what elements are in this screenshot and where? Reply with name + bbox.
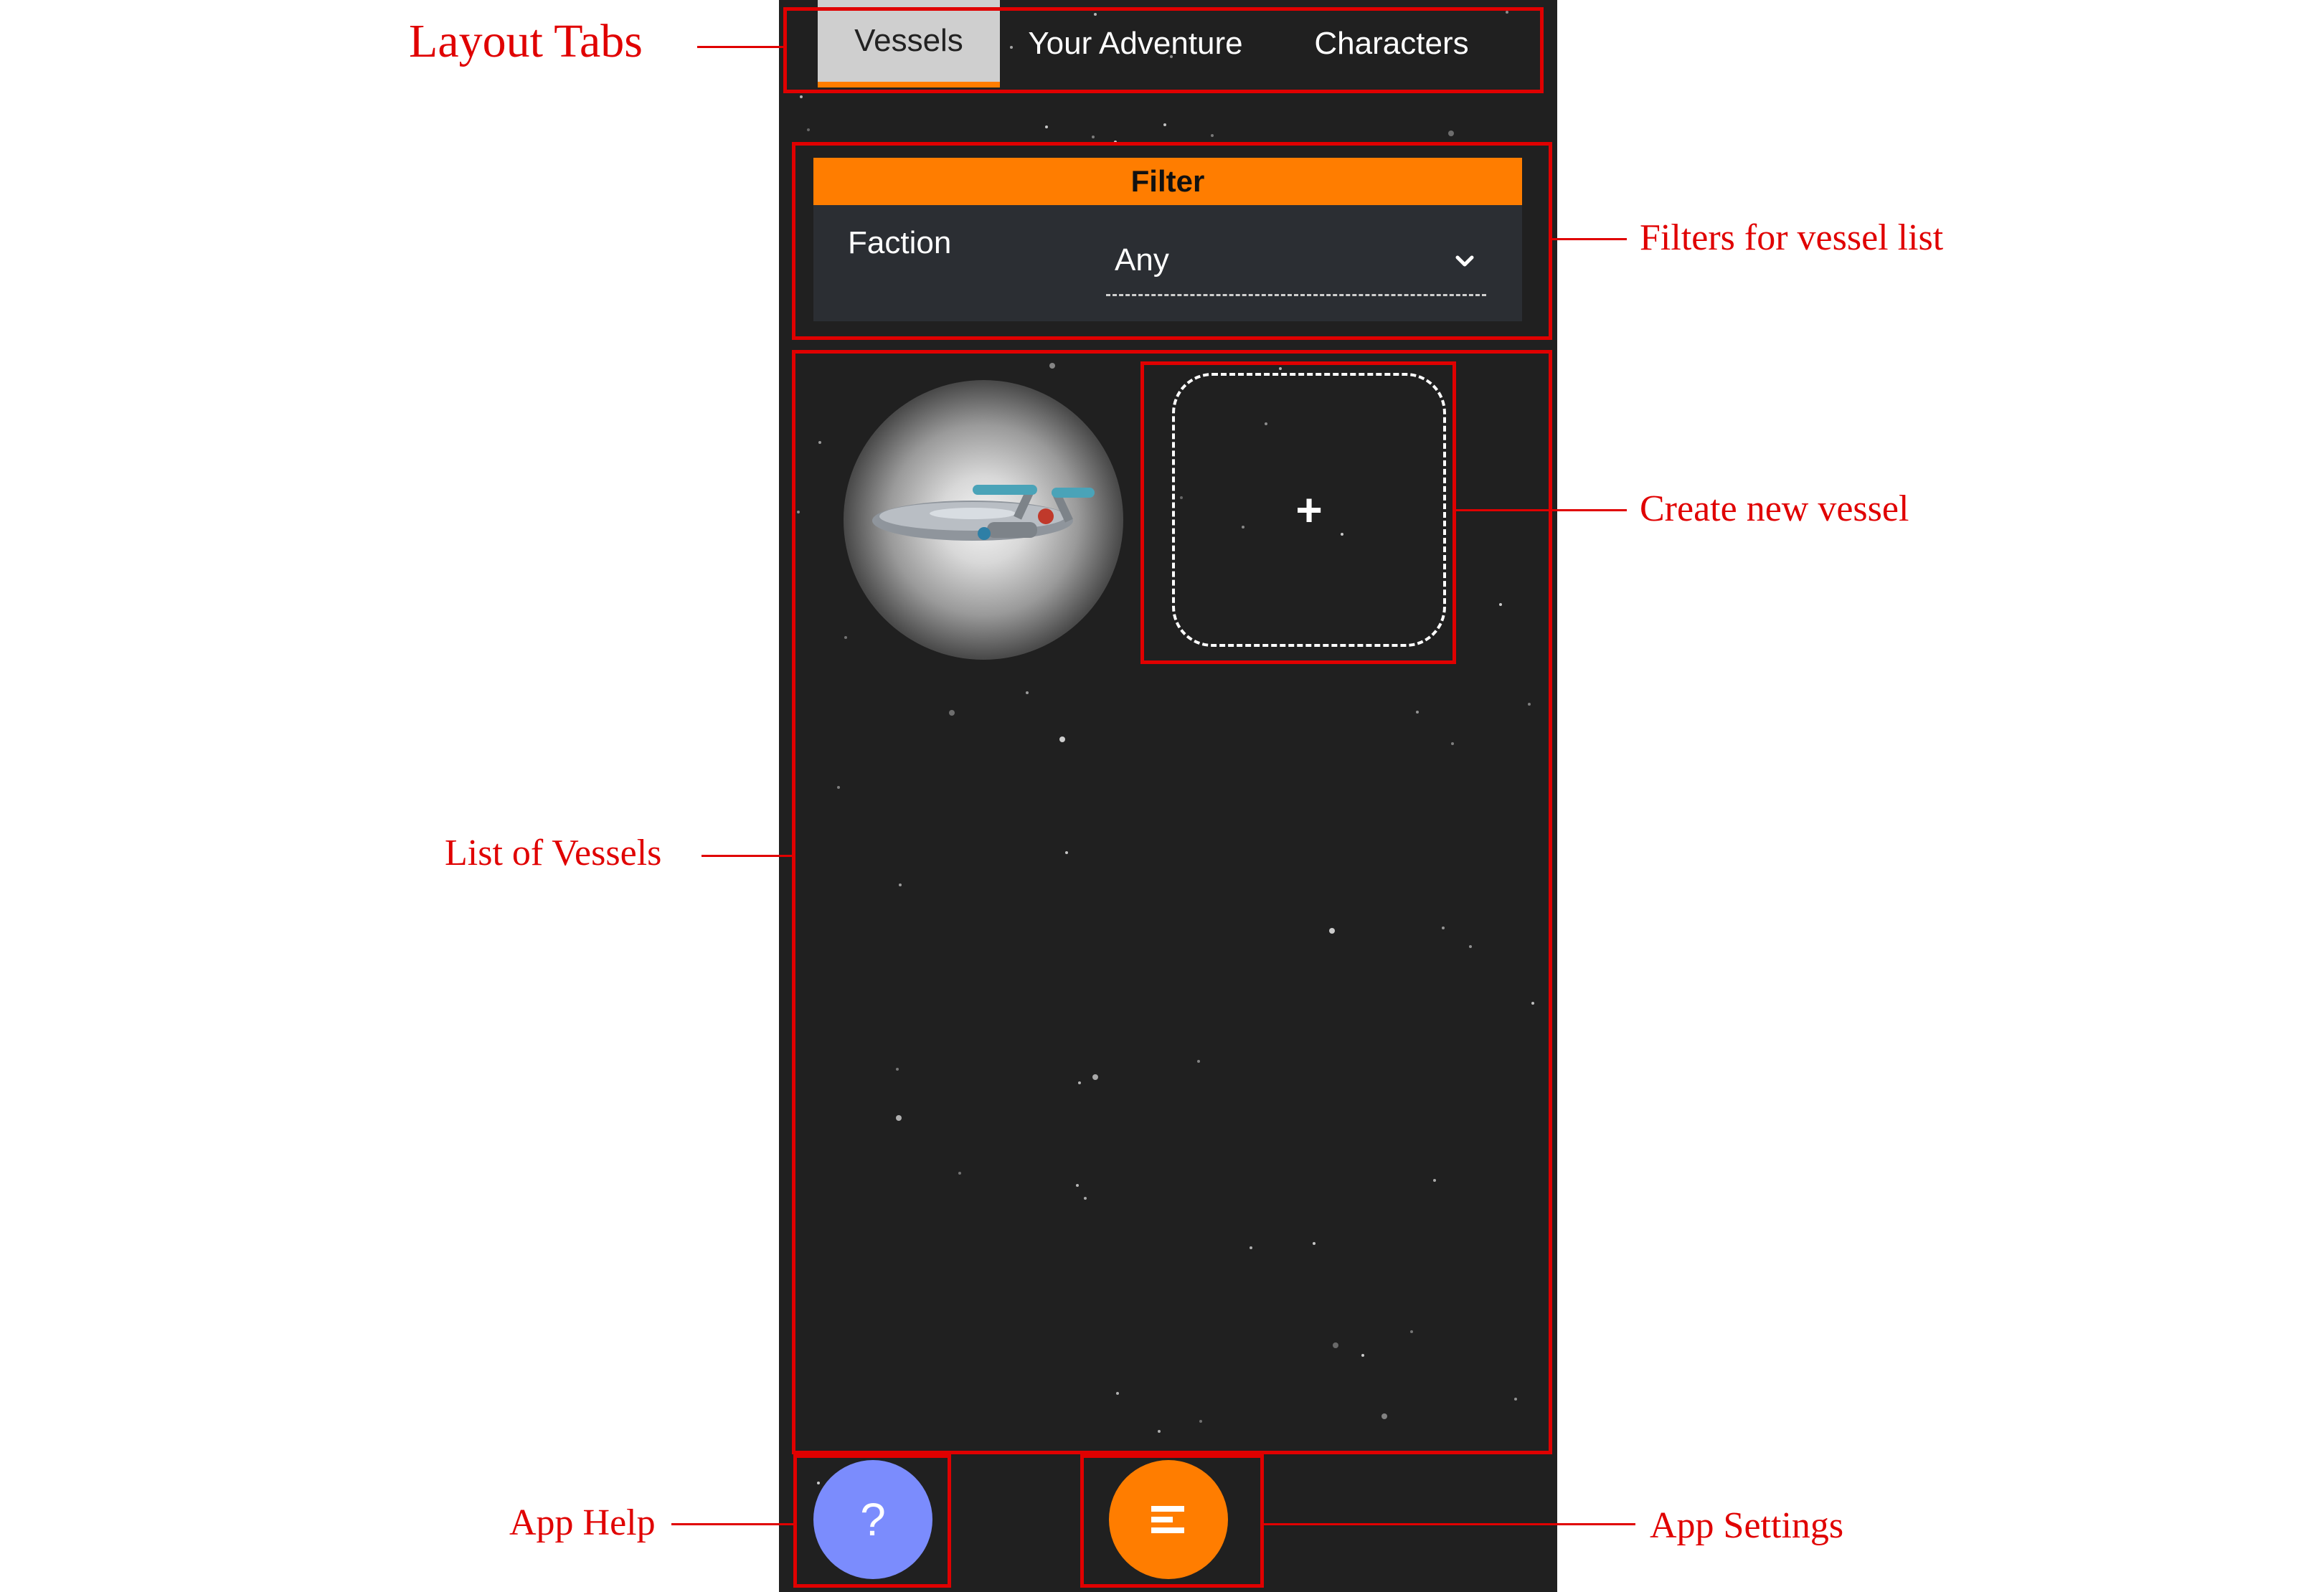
- annotation-line-filter: [1552, 238, 1627, 240]
- annotation-app-settings: App Settings: [1650, 1505, 1844, 1546]
- annotation-box-filter: [792, 142, 1552, 340]
- annotation-filters: Filters for vessel list: [1640, 217, 1944, 258]
- annotation-line-help: [671, 1523, 793, 1525]
- annotation-box-settings: [1080, 1454, 1264, 1588]
- annotation-box-help: [793, 1454, 951, 1588]
- annotation-create-vessel: Create new vessel: [1640, 488, 1909, 529]
- annotation-layout-tabs: Layout Tabs: [409, 15, 643, 67]
- annotation-box-new-vessel: [1140, 361, 1456, 664]
- star: [1045, 125, 1048, 128]
- annotation-line-new-vessel: [1456, 509, 1627, 511]
- annotation-list-vessels: List of Vessels: [445, 833, 662, 873]
- star: [807, 128, 810, 131]
- annotation-line-vessel-list: [702, 855, 792, 857]
- star: [1092, 136, 1095, 138]
- annotation-line-tabs: [697, 46, 783, 48]
- star: [800, 95, 803, 98]
- star: [1448, 131, 1454, 136]
- star: [1163, 123, 1166, 126]
- annotation-box-tabs: [783, 7, 1544, 93]
- annotation-app-help: App Help: [509, 1502, 656, 1543]
- star: [1211, 134, 1214, 137]
- annotation-line-settings: [1264, 1523, 1635, 1525]
